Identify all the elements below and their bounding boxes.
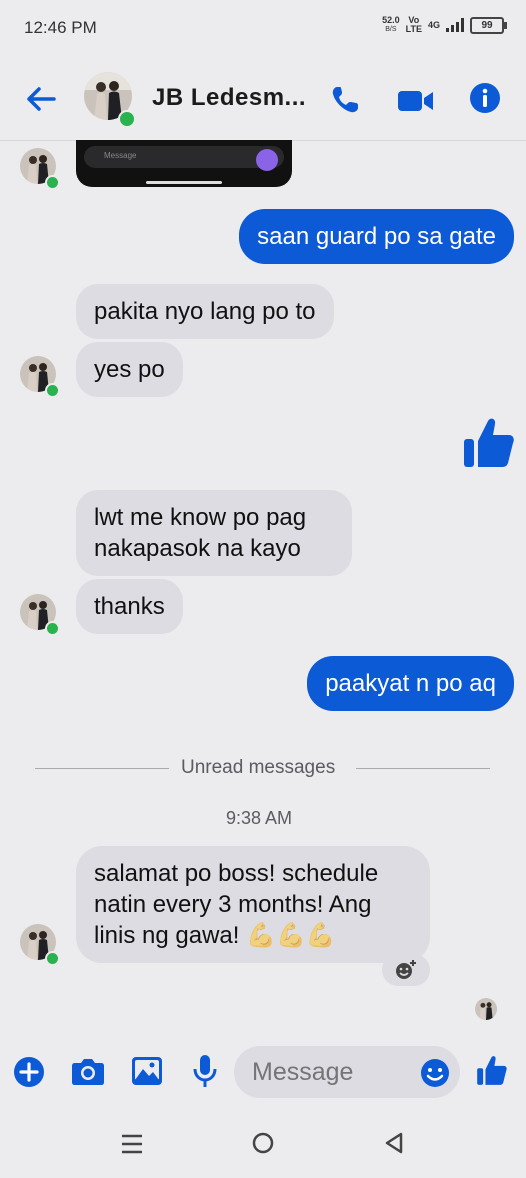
message-bubble-incoming[interactable]: pakita nyo lang po to: [76, 284, 334, 339]
system-nav-bar: [0, 1108, 526, 1178]
phone-call-icon[interactable]: [329, 84, 361, 116]
microphone-icon[interactable]: [192, 1054, 218, 1088]
message-bubble-outgoing[interactable]: saan guard po sa gate: [239, 209, 514, 264]
add-reaction-icon: [396, 960, 416, 979]
message-bubble-outgoing[interactable]: paakyat n po aq: [307, 656, 514, 711]
back-arrow-icon[interactable]: [24, 82, 58, 116]
screenshot-placeholder: Message: [104, 151, 137, 160]
message-bubble-incoming[interactable]: lwt me know po pag nakapasok na kayo: [76, 490, 352, 576]
home-indicator: [146, 181, 222, 184]
message-timestamp: 9:38 AM: [226, 808, 293, 828]
contact-name[interactable]: JB Ledesm...: [152, 84, 306, 112]
message-bubble-incoming[interactable]: yes po: [76, 342, 183, 397]
battery-icon: 99: [470, 16, 507, 34]
recent-apps-icon[interactable]: [121, 1134, 143, 1154]
message-bubble-incoming[interactable]: salamat po boss! schedule natin every 3 …: [76, 846, 430, 963]
message-bubble-incoming[interactable]: thanks: [76, 579, 183, 634]
signal-icon: [446, 18, 464, 32]
image-message[interactable]: Message: [76, 140, 292, 187]
volte-indicator: Vo LTE: [406, 16, 422, 34]
online-status-dot: [45, 175, 60, 190]
network-speed-value: 52.0: [382, 15, 400, 25]
flexed-arm-emoji: 💪💪💪: [246, 922, 336, 949]
online-status-dot: [45, 951, 60, 966]
online-status-dot: [45, 621, 60, 636]
screenshot-input-bar: Message: [84, 146, 284, 171]
back-icon[interactable]: [384, 1132, 404, 1154]
network-speed: 52.0 B/S: [382, 16, 400, 34]
volte-bottom: LTE: [405, 24, 422, 34]
network-type: 4G: [427, 19, 440, 30]
unread-divider-label: Unread messages: [181, 757, 336, 778]
network-speed-unit: B/S: [385, 26, 397, 33]
camera-icon[interactable]: [71, 1056, 105, 1086]
divider-line-left: [35, 768, 169, 769]
status-indicators: 52.0 B/S Vo LTE 4G 99: [382, 16, 507, 34]
chat-header: JB Ledesm...: [0, 60, 526, 141]
online-status-dot: [118, 110, 136, 128]
plus-icon[interactable]: [13, 1056, 45, 1088]
online-status-dot: [45, 383, 60, 398]
status-time: 12:46 PM: [24, 18, 97, 37]
home-icon[interactable]: [252, 1132, 274, 1154]
divider-line-right: [356, 768, 490, 769]
seen-receipt-avatar: [475, 998, 497, 1020]
video-call-icon[interactable]: [396, 86, 436, 116]
gallery-icon[interactable]: [131, 1055, 163, 1087]
thumbs-up-icon[interactable]: [462, 415, 516, 469]
info-icon[interactable]: [469, 82, 501, 114]
mic-icon: [256, 149, 278, 171]
add-reaction-button[interactable]: [382, 954, 430, 986]
send-like-icon[interactable]: [476, 1054, 508, 1086]
emoji-icon[interactable]: [420, 1058, 450, 1088]
